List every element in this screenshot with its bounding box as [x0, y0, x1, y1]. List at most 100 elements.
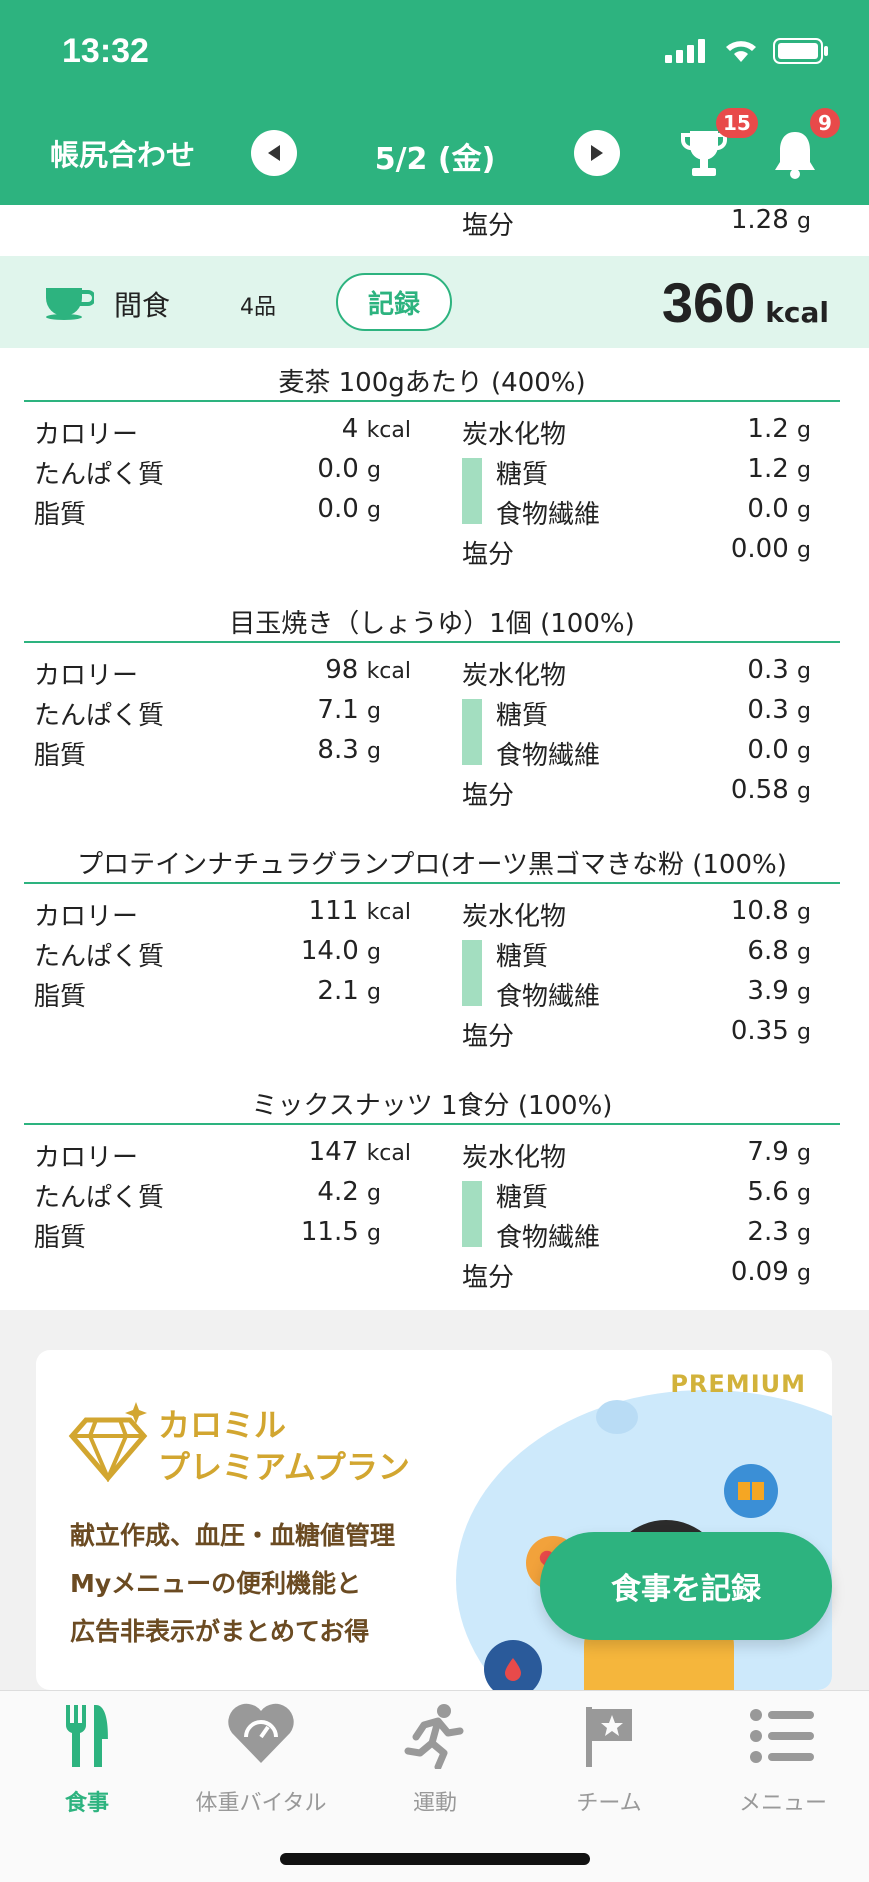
carbs-value: 7.9 g	[747, 1137, 811, 1167]
carbs-label: 炭水化物	[462, 661, 567, 691]
tab-menu[interactable]: メニュー	[696, 1703, 869, 1816]
food-item[interactable]: 麦茶 100gあたり (400%) カロリー 4 kcal たんぱく質 0.0 …	[0, 352, 869, 592]
battery-icon	[773, 38, 828, 64]
sugar-value: 0.3 g	[747, 695, 811, 725]
salt-value: 0.09 g	[730, 1257, 811, 1287]
cup-icon	[46, 288, 94, 320]
sub-nutrient-bar	[462, 1181, 482, 1247]
sub-nutrient-bar	[462, 458, 482, 524]
signal-icon	[665, 39, 705, 63]
sub-nutrient-bar	[462, 699, 482, 765]
triangle-left-icon	[268, 145, 280, 161]
calories-label: カロリー	[34, 902, 139, 932]
premium-label: PREMIUM	[670, 1370, 806, 1398]
sugar-value: 5.6 g	[747, 1177, 811, 1207]
fat-label: 脂質	[34, 982, 87, 1012]
home-indicator	[280, 1853, 590, 1865]
fiber-label: 食物繊維	[496, 1223, 601, 1253]
food-item[interactable]: ミックスナッツ 1食分 (100%) カロリー 147 kcal たんぱく質 4…	[0, 1075, 869, 1315]
salt-value: 1.28 g	[730, 205, 811, 235]
sugar-value: 6.8 g	[747, 936, 811, 966]
list-icon	[750, 1709, 814, 1763]
promo-line-2: Myメニューの便利機能と	[70, 1569, 362, 1598]
carbs-label: 炭水化物	[462, 1143, 567, 1173]
tab-exercise-label: 運動	[412, 1791, 457, 1816]
protein-value: 4.2 g	[317, 1177, 381, 1207]
sub-nutrient-bar	[462, 940, 482, 1006]
tab-meal[interactable]: 食事	[0, 1703, 174, 1816]
salt-value: 0.35 g	[730, 1016, 811, 1046]
fat-value: 0.0 g	[317, 494, 381, 524]
fat-value: 11.5 g	[300, 1217, 381, 1247]
food-item[interactable]: プロテインナチュラグランプロ(オーツ黒ゴマきな粉 (100%) カロリー 111…	[0, 834, 869, 1074]
current-date[interactable]: 5/2 (金)	[330, 134, 540, 178]
protein-label: たんぱく質	[34, 460, 165, 490]
calories-value: 98 kcal	[325, 655, 411, 685]
fiber-label: 食物繊維	[496, 982, 601, 1012]
sugar-label: 糖質	[496, 460, 549, 490]
calories-label: カロリー	[34, 420, 139, 450]
food-item-title: プロテインナチュラグランプロ(オーツ黒ゴマきな粉 (100%)	[24, 844, 840, 884]
sugar-value: 1.2 g	[747, 454, 811, 484]
heart-scale-icon	[228, 1703, 294, 1763]
food-item-title: ミックスナッツ 1食分 (100%)	[24, 1085, 840, 1125]
fat-label: 脂質	[34, 1223, 87, 1253]
item-count: 4品	[240, 295, 276, 320]
cloud-shape	[596, 1400, 638, 1434]
tab-team-label: チーム	[576, 1791, 642, 1816]
salt-label: 塩分	[462, 1022, 515, 1052]
tab-weight-label: 体重バイタル	[195, 1791, 327, 1816]
trophy-button[interactable]: 15	[680, 108, 758, 188]
wifi-icon	[726, 41, 756, 62]
fat-label: 脂質	[34, 500, 87, 530]
tab-team[interactable]: チーム	[522, 1703, 696, 1816]
record-button[interactable]: 記録	[336, 273, 452, 331]
notification-button[interactable]: 9	[772, 108, 840, 188]
protein-label: たんぱく質	[34, 1183, 165, 1213]
fiber-value: 2.3 g	[747, 1217, 811, 1247]
diamond-icon	[68, 1402, 148, 1482]
bell-icon	[775, 132, 815, 179]
status-time: 13:32	[62, 32, 149, 70]
tab-menu-label: メニュー	[738, 1791, 827, 1816]
salt-label: 塩分	[462, 781, 515, 811]
food-item-title: 麦茶 100gあたり (400%)	[24, 362, 840, 402]
fiber-value: 3.9 g	[747, 976, 811, 1006]
food-item[interactable]: 目玉焼き（しょうゆ）1個 (100%) カロリー 98 kcal たんぱく質 7…	[0, 593, 869, 833]
salt-label: 塩分	[462, 540, 515, 570]
food-item-title: 目玉焼き（しょうゆ）1個 (100%)	[24, 603, 840, 643]
promo-title: カロミル プレミアムプラン	[158, 1404, 410, 1488]
fat-value: 2.1 g	[317, 976, 381, 1006]
calories-label: カロリー	[34, 661, 139, 691]
calories-value: 4 kcal	[341, 414, 411, 444]
protein-value: 0.0 g	[317, 454, 381, 484]
app-header: 13:32 帳尻合わせ 5/2 (金) 15 9	[0, 0, 869, 205]
salt-label: 塩分	[462, 211, 515, 241]
calories-value: 147 kcal	[308, 1137, 411, 1167]
carbs-value: 10.8 g	[730, 896, 811, 926]
fat-label: 脂質	[34, 741, 87, 771]
sugar-label: 糖質	[496, 1183, 549, 1213]
calories-value: 111 kcal	[308, 896, 411, 926]
tab-exercise[interactable]: 運動	[348, 1703, 522, 1816]
prev-date-button[interactable]	[251, 130, 297, 176]
sugar-label: 糖質	[496, 942, 549, 972]
book-circle-icon	[724, 1464, 778, 1518]
fiber-value: 0.0 g	[747, 735, 811, 765]
snack-section-header[interactable]: 間食 4品 記録 360 kcal	[0, 256, 869, 348]
fiber-label: 食物繊維	[496, 500, 601, 530]
kcal-unit: kcal	[765, 296, 829, 329]
promo-line-1: 献立作成、血圧・血糖値管理	[70, 1521, 396, 1550]
carbs-label: 炭水化物	[462, 902, 567, 932]
sugar-label: 糖質	[496, 701, 549, 731]
kcal-value: 360	[661, 271, 756, 334]
promo-title-line2: プレミアムプラン	[158, 1448, 410, 1486]
next-date-button[interactable]	[574, 130, 620, 176]
record-meal-button[interactable]: 食事を記録	[540, 1532, 832, 1640]
notification-badge: 9	[810, 108, 840, 138]
header-nav-row: 帳尻合わせ 5/2 (金) 15 9	[0, 108, 869, 190]
tab-weight-vitals[interactable]: 体重バイタル	[174, 1703, 348, 1816]
protein-label: たんぱく質	[34, 701, 165, 731]
trophy-icon	[680, 131, 728, 176]
fat-value: 8.3 g	[317, 735, 381, 765]
